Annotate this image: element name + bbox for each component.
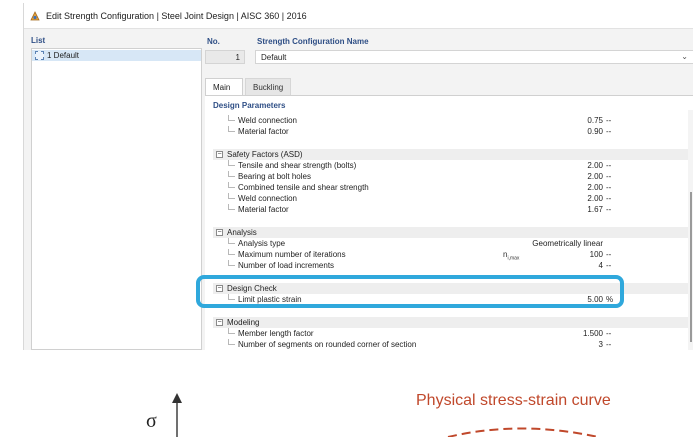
property-row[interactable]: Number of load increments 4 --	[213, 260, 688, 271]
stress-strain-figure: σ Physical stress-strain curve	[0, 350, 693, 437]
property-label: Material factor	[238, 127, 289, 136]
property-label: Number of segments on rounded corner of …	[238, 340, 417, 349]
property-row[interactable]: Material factor 1.67 --	[213, 204, 688, 215]
property-label: Material factor	[238, 205, 289, 214]
property-unit: --	[606, 261, 612, 270]
group-modeling[interactable]: − Modeling	[213, 317, 688, 328]
sigma-symbol: σ	[146, 410, 157, 432]
configuration-name-value: Default	[261, 53, 287, 62]
property-unit: --	[606, 340, 612, 349]
title-bar[interactable]: Edit Strength Configuration | Steel Join…	[24, 3, 693, 29]
property-value[interactable]: 4	[599, 261, 603, 270]
property-value[interactable]: 0.75	[587, 116, 603, 125]
design-parameters-header: Design Parameters	[213, 101, 286, 110]
property-label: Maximum number of iterations	[238, 250, 346, 259]
property-unit: --	[606, 127, 612, 136]
property-value[interactable]: 3	[599, 340, 603, 349]
property-label: Bearing at bolt holes	[238, 172, 311, 181]
group-label: Analysis	[227, 228, 257, 237]
scrollbar-thumb[interactable]	[690, 192, 692, 342]
property-value[interactable]: Geometrically linear	[532, 239, 603, 248]
list-panel: List 1 Default	[24, 33, 202, 350]
app-icon	[30, 11, 40, 21]
property-value[interactable]: 1.67	[587, 205, 603, 214]
list-item-label: 1 Default	[47, 51, 80, 60]
number-field: 1	[205, 50, 245, 64]
property-row[interactable]: Maximum number of iterations ni,max 100 …	[213, 249, 688, 262]
property-row[interactable]: Weld connection 0.75 --	[213, 115, 688, 126]
property-row[interactable]: Combined tensile and shear strength 2.00…	[213, 182, 688, 193]
curve-title: Physical stress-strain curve	[416, 392, 611, 409]
property-unit: --	[606, 172, 612, 181]
list-header: List	[31, 36, 46, 45]
name-label: Strength Configuration Name	[257, 37, 369, 46]
property-value[interactable]: 0.90	[587, 127, 603, 136]
number-value: 1	[235, 53, 240, 62]
vertical-scrollbar[interactable]	[688, 110, 693, 350]
group-safety-factors[interactable]: − Safety Factors (ASD)	[213, 149, 688, 160]
property-row[interactable]: Material factor 0.90 --	[213, 126, 688, 137]
property-value[interactable]: 100	[590, 250, 603, 259]
tab-main[interactable]: Main	[205, 78, 243, 95]
property-label: Weld connection	[238, 194, 297, 203]
property-row[interactable]: Analysis type Geometrically linear	[213, 238, 688, 249]
property-label: Combined tensile and shear strength	[238, 183, 369, 192]
property-value[interactable]: 2.00	[587, 172, 603, 181]
number-label: No.	[207, 37, 220, 46]
configuration-list[interactable]: 1 Default	[31, 48, 202, 350]
property-unit: --	[606, 161, 612, 170]
property-unit: --	[606, 116, 612, 125]
tab-buckling[interactable]: Buckling	[245, 78, 291, 95]
property-unit: --	[606, 205, 612, 214]
group-label: Safety Factors (ASD)	[227, 150, 303, 159]
collapse-icon[interactable]: −	[216, 319, 223, 326]
property-row[interactable]: Member length factor 1.500 --	[213, 328, 688, 339]
collapse-icon[interactable]: −	[216, 151, 223, 158]
list-item-default[interactable]: 1 Default	[32, 50, 201, 61]
group-label: Modeling	[227, 318, 260, 327]
property-value[interactable]: 2.00	[587, 194, 603, 203]
property-label: Number of load increments	[238, 261, 335, 270]
property-value[interactable]: 2.00	[587, 161, 603, 170]
window-title: Edit Strength Configuration | Steel Join…	[46, 11, 307, 21]
group-analysis[interactable]: − Analysis	[213, 227, 688, 238]
property-label: Analysis type	[238, 239, 286, 248]
property-value[interactable]: 1.500	[583, 329, 603, 338]
property-row[interactable]: Bearing at bolt holes 2.00 --	[213, 171, 688, 182]
property-unit: --	[606, 250, 612, 259]
chevron-down-icon[interactable]: ⌄	[681, 52, 688, 61]
main-tab-content: Design Parameters Weld connection 0.75 -…	[205, 95, 693, 350]
property-row[interactable]: Weld connection 2.00 --	[213, 193, 688, 204]
property-unit: --	[606, 183, 612, 192]
property-label: Weld connection	[238, 116, 297, 125]
property-row[interactable]: Number of segments on rounded corner of …	[213, 339, 688, 350]
property-unit: --	[606, 329, 612, 338]
configuration-icon	[35, 51, 44, 60]
property-label: Tensile and shear strength (bolts)	[238, 161, 357, 170]
configuration-name-select[interactable]: Default ⌄	[255, 50, 693, 64]
property-row[interactable]: Tensile and shear strength (bolts) 2.00 …	[213, 160, 688, 171]
property-unit: --	[606, 194, 612, 203]
collapse-icon[interactable]: −	[216, 229, 223, 236]
property-value[interactable]: 2.00	[587, 183, 603, 192]
design-check-highlight	[196, 275, 624, 308]
property-label: Member length factor	[238, 329, 314, 338]
